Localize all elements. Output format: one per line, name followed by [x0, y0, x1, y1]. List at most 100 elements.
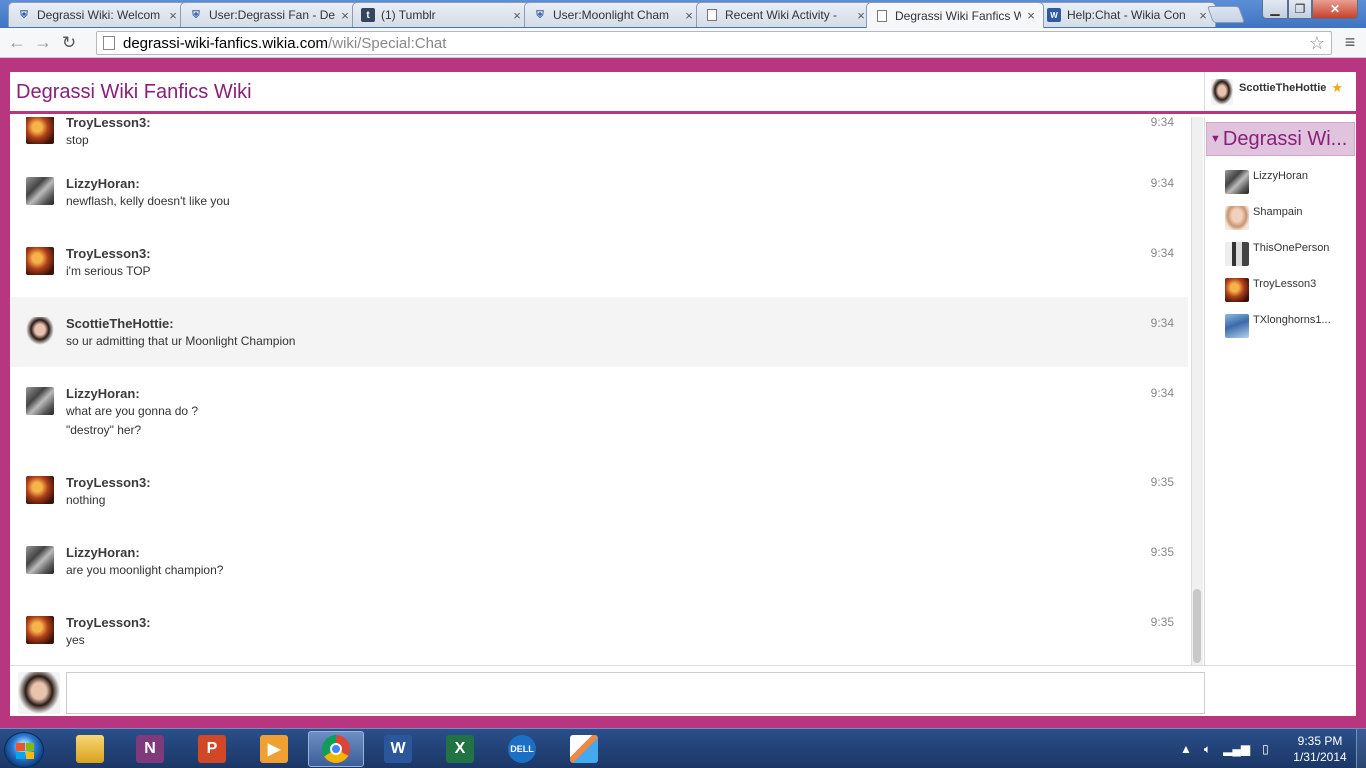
- onenote-taskbar-button[interactable]: N: [122, 731, 178, 767]
- forward-arrow-icon[interactable]: →: [30, 30, 56, 56]
- user-avatar[interactable]: [26, 387, 54, 415]
- back-arrow-icon[interactable]: ←: [4, 30, 30, 56]
- word-taskbar-button[interactable]: W: [370, 731, 426, 767]
- network-icon[interactable]: ▂▄▆: [1223, 742, 1250, 756]
- room-header[interactable]: ▼ Degrassi Wi...: [1206, 122, 1355, 156]
- explorer-taskbar-button[interactable]: [62, 731, 118, 767]
- user-list-item[interactable]: ThisOnePerson: [1225, 241, 1329, 267]
- message-author[interactable]: TroyLesson3:: [66, 117, 151, 130]
- browser-tab[interactable]: ⛨ User:Moonlight Cham ×: [524, 2, 702, 27]
- user-list-item[interactable]: LizzyHoran: [1225, 169, 1308, 195]
- paint-taskbar-button[interactable]: [556, 731, 612, 767]
- user-list-item[interactable]: TroyLesson3: [1225, 277, 1316, 303]
- collapse-triangle-icon: ▼: [1210, 133, 1221, 145]
- show-hidden-icons-icon[interactable]: ▲: [1180, 742, 1192, 756]
- user-name: ThisOnePerson: [1253, 242, 1330, 254]
- message-time: 9:34: [1150, 386, 1174, 400]
- page-icon: [705, 8, 719, 22]
- message-time: 9:35: [1150, 475, 1174, 489]
- show-desktop-button[interactable]: [1356, 729, 1366, 768]
- scrollbar-thumb[interactable]: [1193, 589, 1201, 663]
- user-avatar[interactable]: [26, 317, 54, 345]
- self-avatar: [18, 672, 60, 714]
- dell-taskbar-button[interactable]: DELL: [494, 731, 550, 767]
- chat-message: TroyLesson3: stop 9:34: [10, 117, 1188, 147]
- message-text: nothing: [66, 493, 106, 507]
- reload-icon[interactable]: ↻: [56, 30, 82, 56]
- user-avatar[interactable]: [26, 546, 54, 574]
- bookmark-star-icon[interactable]: ☆: [1309, 33, 1325, 54]
- wiki-title[interactable]: Degrassi Wiki Fanfics Wiki: [16, 81, 252, 104]
- tab-title: User:Degrassi Fan - De: [209, 8, 335, 22]
- message-text: newflash, kelly doesn't like you: [66, 194, 230, 208]
- message-author[interactable]: LizzyHoran:: [66, 545, 140, 560]
- word-icon: W: [384, 735, 412, 763]
- user-avatar[interactable]: [26, 117, 54, 144]
- current-user-name: ScottieTheHottie: [1239, 81, 1327, 94]
- user-avatar: [1225, 170, 1249, 194]
- close-tab-icon[interactable]: ×: [167, 8, 179, 23]
- user-avatar[interactable]: [26, 247, 54, 275]
- message-author[interactable]: ScottieTheHottie:: [66, 316, 174, 331]
- close-tab-icon[interactable]: ×: [683, 8, 695, 23]
- message-author[interactable]: TroyLesson3:: [66, 246, 151, 261]
- new-tab-button[interactable]: [1206, 6, 1246, 23]
- message-time: 9:34: [1150, 117, 1174, 129]
- powerpoint-taskbar-button[interactable]: P: [184, 731, 240, 767]
- user-avatar[interactable]: [26, 177, 54, 205]
- maximize-button[interactable]: ❐: [1288, 0, 1312, 19]
- chat-message: TroyLesson3: nothing 9:35: [10, 456, 1188, 526]
- message-author[interactable]: LizzyHoran:: [66, 386, 140, 401]
- message-text: stop: [66, 133, 89, 147]
- user-avatar[interactable]: [26, 476, 54, 504]
- browser-tab[interactable]: Recent Wiki Activity - ×: [696, 2, 874, 27]
- user-list-item[interactable]: Shampain: [1225, 205, 1303, 231]
- volume-icon[interactable]: 🔈︎: [1204, 742, 1211, 757]
- user-name: TroyLesson3: [1253, 278, 1317, 290]
- excel-icon: X: [446, 735, 474, 763]
- browser-tab[interactable]: ⛨ Degrassi Wiki: Welcom ×: [8, 2, 186, 27]
- wikia-icon: W: [1047, 8, 1061, 22]
- chrome-menu-icon[interactable]: ≡: [1340, 32, 1360, 52]
- browser-tab-strip: ⛨ Degrassi Wiki: Welcom × ⛨ User:Degrass…: [0, 0, 1366, 28]
- message-time: 9:35: [1150, 615, 1174, 629]
- message-author[interactable]: LizzyHoran:: [66, 176, 140, 191]
- message-author[interactable]: TroyLesson3:: [66, 475, 151, 490]
- message-time: 9:34: [1150, 176, 1174, 190]
- chat-message: TroyLesson3: yes 9:35: [10, 596, 1188, 665]
- message-text: what are you gonna do ?: [66, 404, 199, 418]
- close-tab-icon[interactable]: ×: [1025, 8, 1037, 23]
- address-bar[interactable]: degrassi-wiki-fanfics.wikia.com/wiki/Spe…: [96, 31, 1332, 55]
- page-icon: [875, 9, 889, 23]
- media-player-taskbar-button[interactable]: ▶: [246, 731, 302, 767]
- minimize-button[interactable]: ▁: [1262, 0, 1288, 19]
- system-tray: ▲ 🔈︎ ▂▄▆ ▯: [1180, 729, 1281, 768]
- close-tab-icon[interactable]: ×: [339, 8, 351, 23]
- close-tab-icon[interactable]: ×: [511, 8, 523, 23]
- chat-message: LizzyHoran: are you moonlight champion? …: [10, 526, 1188, 596]
- close-tab-icon[interactable]: ×: [1197, 8, 1209, 23]
- chat-message-input[interactable]: [66, 672, 1205, 714]
- taskbar-clock[interactable]: 9:35 PM 1/31/2014: [1285, 733, 1355, 765]
- clock-time: 9:35 PM: [1297, 734, 1343, 748]
- user-list-item[interactable]: TXlonghorns1...: [1225, 313, 1331, 339]
- message-scrollbar[interactable]: [1191, 117, 1203, 665]
- browser-tab[interactable]: ⛨ User:Degrassi Fan - De ×: [180, 2, 358, 27]
- message-list: TroyLesson3: stop 9:34 LizzyHoran: newfl…: [10, 117, 1190, 665]
- message-author[interactable]: TroyLesson3:: [66, 615, 151, 630]
- browser-tab[interactable]: t (1) Tumblr ×: [352, 2, 530, 27]
- user-avatar[interactable]: [26, 616, 54, 644]
- start-button[interactable]: [4, 732, 44, 768]
- user-avatar: [1225, 206, 1249, 230]
- message-text: are you moonlight champion?: [66, 563, 224, 577]
- current-user[interactable]: ScottieTheHottie ★: [1204, 72, 1356, 111]
- browser-tab-active[interactable]: Degrassi Wiki Fanfics W ×: [866, 2, 1044, 28]
- message-time: 9:35: [1150, 545, 1174, 559]
- excel-taskbar-button[interactable]: X: [432, 731, 488, 767]
- browser-tab[interactable]: W Help:Chat - Wikia Con ×: [1038, 2, 1216, 27]
- battery-icon[interactable]: ▯: [1262, 742, 1269, 756]
- window-close-button[interactable]: ✕: [1312, 0, 1358, 19]
- message-text: yes: [66, 633, 85, 647]
- chrome-taskbar-button[interactable]: [308, 731, 364, 767]
- tumblr-icon: t: [361, 8, 375, 22]
